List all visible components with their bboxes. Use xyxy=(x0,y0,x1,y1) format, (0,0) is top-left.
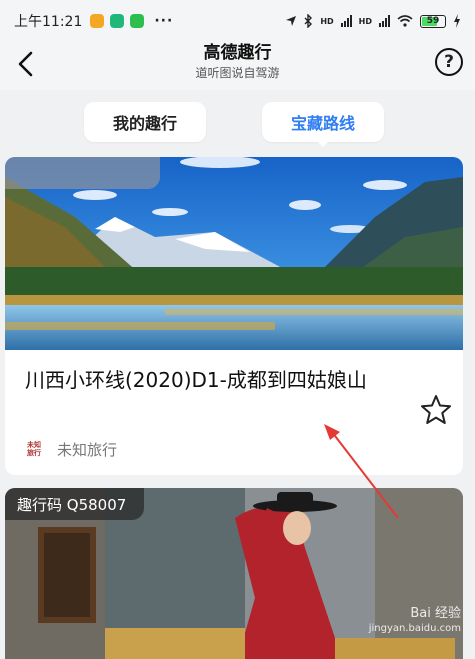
more-notifications-icon: ··· xyxy=(154,13,174,29)
status-indicators: HD HD 59 xyxy=(285,14,461,28)
app-header: 高德趣行 道听图说自驾游 ? xyxy=(0,42,475,90)
battery-icon: 59 xyxy=(420,14,446,28)
watermark-line-2: jingyan.baidu.com xyxy=(368,623,461,634)
agency-logo: 未知旅行 xyxy=(27,441,45,459)
route-card[interactable]: 川西小环线(2020)D1-成都到四姑娘山 未知旅行 未知旅行 xyxy=(5,157,463,475)
wechat-icon xyxy=(130,14,145,28)
status-bar: 上午11:21 ··· HD HD 59 xyxy=(0,0,475,42)
trip-code-badge xyxy=(5,157,160,189)
active-tab-pointer xyxy=(316,140,330,147)
agency-row: 未知旅行 未知旅行 xyxy=(27,439,117,460)
wifi-icon xyxy=(397,15,413,27)
agency-name: 未知旅行 xyxy=(57,441,118,459)
route-title: 川西小环线(2020)D1-成都到四姑娘山 xyxy=(25,368,367,392)
page-subtitle: 道听图说自驾游 xyxy=(195,66,280,80)
bluetooth-icon xyxy=(304,14,313,28)
status-time: 上午11:21 xyxy=(14,14,83,30)
agency-logo-text: 未知旅行 xyxy=(27,440,41,457)
favorite-star-icon[interactable] xyxy=(419,393,453,427)
signal-icon-2 xyxy=(379,15,390,27)
title-block: 高德趣行 道听图说自驾游 xyxy=(0,42,475,82)
notification-app-icon xyxy=(90,14,105,28)
signal-label-2: HD xyxy=(358,16,372,26)
security-app-icon xyxy=(110,14,125,28)
tab-bar: 我的趣行 宝藏路线 xyxy=(0,90,475,148)
battery-level: 59 xyxy=(426,16,440,26)
location-icon xyxy=(286,16,297,26)
tab-my-trips[interactable]: 我的趣行 xyxy=(84,102,206,142)
trip-code-badge-2: 趣行码 Q58007 xyxy=(5,488,145,520)
watermark: Bai 经验 jingyan.baidu.com xyxy=(369,606,461,636)
tab-treasure-routes[interactable]: 宝藏路线 xyxy=(262,102,384,142)
charging-icon xyxy=(454,14,460,28)
watermark-line-1: Bai 经验 xyxy=(410,606,461,621)
question-mark-icon: ? xyxy=(444,52,454,72)
signal-label-1: HD xyxy=(320,16,334,26)
help-button[interactable]: ? xyxy=(435,48,463,76)
page-title: 高德趣行 xyxy=(203,43,272,63)
signal-icon xyxy=(340,15,352,27)
